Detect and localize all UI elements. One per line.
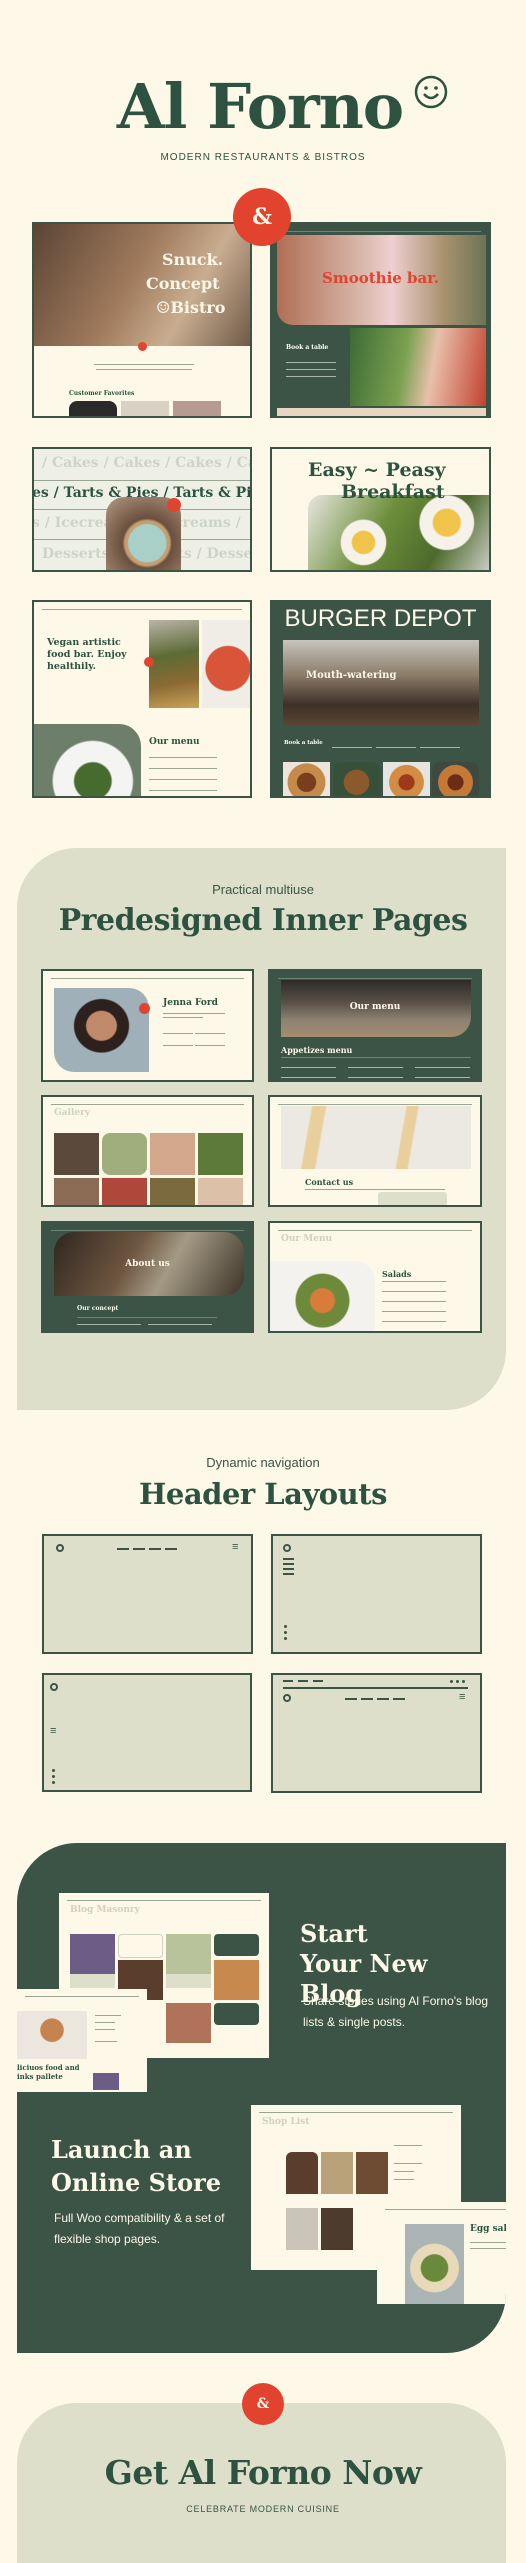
team-name: Jenna Ford [163, 998, 218, 1008]
hero-line-1: Easy ~ Peasy [308, 459, 446, 481]
page-menu-dark[interactable]: Our menu Appetizes menu [268, 969, 482, 1082]
hero-title: Smoothie bar. [322, 269, 439, 287]
header-layout-topbar[interactable]: ≡ [271, 1673, 482, 1793]
hero-title: About us [125, 1259, 170, 1269]
smiley-icon: ☺ [156, 298, 171, 317]
hero-line-2: Concept [146, 274, 220, 293]
inner-pages-title: Predesigned Inner Pages [58, 903, 468, 938]
tagline: MODERN RESTAURANTS & BISTROS [160, 152, 366, 163]
post-title: liciuos food and inks pallete [17, 2063, 80, 2081]
form-title: Book a table [286, 344, 329, 351]
smiley-icon [414, 75, 448, 109]
hero-line-3-text: Bistro [170, 298, 226, 317]
logo-icon [283, 1544, 291, 1552]
headers-title: Header Layouts [139, 1477, 387, 1511]
header-layout-side-expanded[interactable] [271, 1534, 482, 1654]
page-title: Gallery [54, 1108, 91, 1118]
map [281, 1106, 471, 1169]
hero-line-2: Breakfast [341, 481, 445, 503]
page-contact[interactable]: Contact us [268, 1095, 482, 1207]
photo [34, 724, 141, 796]
photo [149, 620, 199, 708]
scroll-badge [138, 342, 147, 351]
hero-title: Our menu [349, 1002, 401, 1012]
shop-title: Launch an Online Store [51, 2135, 222, 2197]
logo-icon [50, 1683, 58, 1691]
photo [308, 495, 489, 570]
menu-icon: ≡ [232, 1541, 239, 1553]
page-team[interactable]: Jenna Ford [41, 969, 254, 1082]
photo [283, 640, 479, 726]
logo-icon [56, 1544, 64, 1552]
page-title: Contact us [305, 1177, 354, 1187]
menu-title: Our menu [149, 737, 200, 747]
section-title: Appetizes menu [281, 1045, 353, 1055]
section-title: Salads [382, 1269, 412, 1279]
marquee-row-1: / Cakes / Cakes / Cakes / Cakes [42, 455, 250, 471]
demo-burger[interactable]: BURGER DEPOT Mouth-watering Book a table [270, 600, 491, 798]
cta-subtitle: CELEBRATE MODERN CUISINE [186, 2504, 340, 2514]
inner-pages-kicker: Practical multiuse [212, 882, 314, 897]
header-layout-side-compact[interactable]: ≡ [42, 1673, 252, 1792]
demo-desserts[interactable]: / Cakes / Cakes / Cakes / Cakes es / Tar… [32, 447, 252, 572]
form-title: Book a table [284, 740, 323, 746]
hero-line-3: ☺Bistro [156, 298, 225, 317]
page-title: Blog Masonry [70, 1905, 140, 1915]
photo [270, 1261, 375, 1331]
photo [350, 328, 486, 406]
page-blog-single[interactable]: liciuos food and inks pallete [17, 1989, 147, 2092]
photo [202, 620, 250, 708]
section-title: Our concept [77, 1305, 119, 1312]
page-gallery[interactable]: Gallery [41, 1095, 254, 1207]
sale-badge [168, 499, 180, 511]
header-layout-classic[interactable]: ≡ [42, 1534, 253, 1654]
ampersand-badge: & [236, 191, 288, 243]
page-menu-light[interactable]: Our Menu Salads [268, 1221, 482, 1333]
hero-title: Vegan artistic food bar. Enjoy healthily… [47, 637, 127, 672]
photo [17, 2011, 87, 2059]
photo [54, 988, 149, 1072]
product-title: Egg salad [470, 2224, 506, 2234]
demo-smoothie[interactable]: Smoothie bar. Book a table [270, 222, 491, 418]
photo [405, 2224, 464, 2304]
blog-description: Share stories using Al Forno's blog list… [303, 1994, 489, 2029]
brand-title: BURGER DEPOT [284, 605, 477, 632]
page-title: Our Menu [281, 1234, 333, 1244]
demo-bistro[interactable]: Snuck. Concept ☺Bistro Customer Favorite… [32, 222, 252, 418]
demo-vegan[interactable]: Vegan artistic food bar. Enjoy healthily… [32, 600, 252, 798]
shop-description: Full Woo compatibility & a set of flexib… [54, 2211, 225, 2246]
demo-breakfast[interactable]: Easy ~ Peasy Breakfast [270, 447, 491, 572]
blog-shop-panel: Blog Masonry liciuos food and inks palle… [17, 1843, 506, 2353]
logo: Al Forno [116, 70, 404, 143]
page-shop-product[interactable]: Egg salad [377, 2202, 506, 2304]
logo-icon [283, 1694, 291, 1702]
hero-line-1: Snuck. [162, 250, 224, 269]
headers-kicker: Dynamic navigation [206, 1455, 320, 1470]
page-about[interactable]: About us Our concept [41, 1221, 254, 1333]
cta-title[interactable]: Get Al Forno Now [0, 2453, 526, 2492]
hero-title: Mouth-watering [306, 670, 397, 681]
section-title: Customer Favorites [69, 390, 135, 397]
ampersand-badge: & [244, 2385, 282, 2423]
menu-icon: ≡ [50, 1725, 57, 1737]
menu-icon: ≡ [459, 1691, 466, 1703]
page-title: Shop List [262, 2117, 310, 2127]
